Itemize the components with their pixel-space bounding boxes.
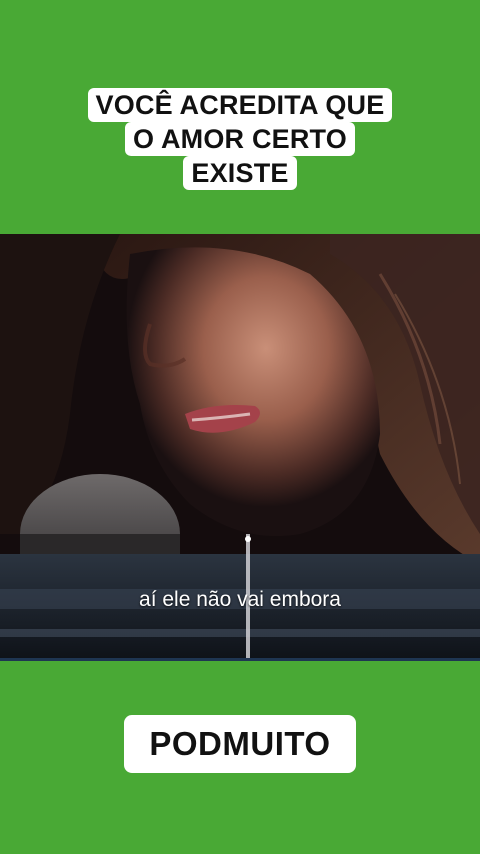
- page: VOCÊ ACREDITA QUE O AMOR CERTO EXISTE aí…: [0, 0, 480, 854]
- video-bottom-border: [0, 658, 480, 661]
- caption-line-3: EXISTE: [183, 156, 297, 190]
- brand-label: PODMUITO: [124, 715, 356, 773]
- headline-caption: VOCÊ ACREDITA QUE O AMOR CERTO EXISTE: [0, 88, 480, 190]
- caption-line-1: VOCÊ ACREDITA QUE: [87, 88, 393, 122]
- caption-line-2: O AMOR CERTO: [125, 122, 355, 156]
- video-subtitle: aí ele não vai embora: [139, 588, 341, 611]
